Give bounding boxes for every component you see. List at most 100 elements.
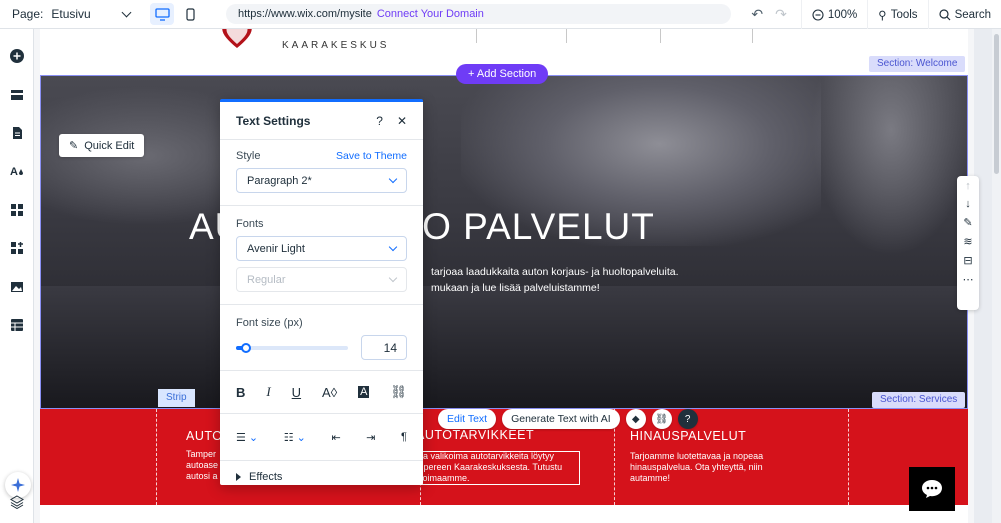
zoom-value: 100% — [827, 8, 858, 21]
search-label: Search — [954, 8, 991, 21]
tools-button[interactable]: ⚲ Tools — [867, 0, 927, 29]
indent-decrease-icon[interactable]: ⇤ — [331, 431, 340, 444]
bold-icon[interactable]: B — [236, 385, 245, 400]
font-size-slider[interactable] — [236, 342, 348, 353]
service-title[interactable]: AUTO — [186, 429, 223, 443]
add-elements-icon[interactable] — [10, 49, 24, 63]
text-direction-icon[interactable]: ¶ — [401, 431, 407, 443]
style-dropdown[interactable]: Paragraph 2* — [236, 168, 407, 193]
quick-edit-button[interactable]: ✎ Quick Edit — [59, 134, 145, 157]
tools-icon: ⚲ — [878, 9, 887, 22]
move-up-icon[interactable]: ↑ — [965, 180, 971, 192]
align-dropdown[interactable]: ☰ ⌄ — [236, 431, 258, 444]
service-title[interactable]: AUTOTARVIKKEET — [416, 428, 534, 442]
text-color-icon[interactable]: A◊ — [322, 385, 337, 400]
connect-domain-link[interactable]: Connect Your Domain — [377, 8, 484, 20]
font-dropdown[interactable]: Avenir Light — [236, 236, 407, 261]
section-services-label[interactable]: Section: Services — [872, 392, 966, 408]
redo-icon[interactable]: ↷ — [775, 6, 787, 23]
header-divider — [660, 29, 661, 43]
section-welcome-label[interactable]: Section: Welcome — [869, 56, 966, 72]
link-icon[interactable]: ⛓ — [390, 384, 407, 400]
editor-topbar: Page: Etusivu https://www.wix.com/mysite… — [0, 0, 1001, 29]
service-title[interactable]: HINAUSPALVELUT — [630, 429, 746, 443]
service-text[interactable]: Tarjoamme luotettavaa ja nopeaa hinauspa… — [630, 451, 763, 484]
logo-heart-icon — [222, 29, 252, 48]
font-size-input[interactable]: 14 — [361, 335, 407, 360]
text-settings-panel: Text Settings ? ✕ Style Save to Theme Pa… — [220, 99, 423, 485]
font-weight-value: Regular — [247, 273, 286, 286]
style-label: Style — [236, 150, 261, 162]
site-url: https://www.wix.com/mysite — [238, 8, 372, 20]
more-icon[interactable]: ⋯ — [963, 273, 974, 286]
page-label: Page: — [12, 7, 44, 21]
edit-text-button[interactable]: Edit Text — [438, 409, 497, 429]
zoom-button[interactable]: 100% — [800, 0, 867, 29]
selected-text-box[interactable] — [396, 451, 580, 485]
animation-icon[interactable]: ◆ — [625, 409, 646, 429]
business-apps-icon[interactable] — [10, 241, 24, 255]
add-section-button[interactable]: + Add Section — [456, 64, 549, 84]
layers-icon[interactable] — [10, 495, 24, 509]
editor-canvas: KAARAKESKUS Section: Welcome ✎ Quick Edi… — [34, 29, 974, 523]
header-divider — [476, 29, 477, 43]
strip-label[interactable]: Strip — [158, 389, 195, 407]
list-dropdown[interactable]: ☷ ⌄ — [284, 431, 306, 444]
close-icon[interactable]: ✕ — [397, 114, 407, 128]
chevron-down-icon — [121, 7, 132, 17]
indent-increase-icon[interactable]: ⇥ — [366, 431, 375, 444]
italic-icon[interactable]: I — [266, 384, 270, 400]
effects-label: Effects — [249, 471, 283, 483]
mobile-icon — [185, 7, 195, 21]
hero-subtitle-line: tarjoaa laadukkaita auton korjaus- ja hu… — [431, 266, 679, 278]
font-size-slider-handle[interactable] — [240, 342, 251, 353]
link-icon[interactable]: ⛓ — [651, 409, 672, 429]
media-icon[interactable] — [10, 280, 24, 294]
next-section — [40, 505, 968, 523]
desktop-icon — [154, 7, 170, 21]
help-icon[interactable]: ? — [677, 409, 698, 429]
tools-label: Tools — [890, 8, 918, 21]
panel-header: Text Settings ? ✕ — [220, 102, 423, 140]
scrollbar-thumb[interactable] — [994, 34, 999, 174]
design-icon[interactable]: A — [10, 164, 24, 178]
effects-section[interactable]: Effects — [220, 461, 423, 485]
edit-design-icon[interactable]: ✎ — [963, 216, 972, 229]
highlight-icon[interactable]: A — [358, 386, 370, 398]
layers-icon[interactable]: ≋ — [963, 235, 972, 248]
header-divider — [752, 29, 753, 43]
layout-icon[interactable]: ⊟ — [963, 254, 972, 267]
chevron-down-icon — [388, 273, 398, 282]
chevron-down-icon — [388, 242, 398, 251]
search-button[interactable]: Search — [927, 0, 1001, 29]
hero-section[interactable]: ✎ Quick Edit AUTOHUOLTO PALVELUT tarjoaa… — [40, 75, 968, 409]
zoom-out-icon — [812, 8, 824, 21]
svg-text:A: A — [10, 166, 18, 178]
hero-subtitle[interactable]: tarjoaa laadukkaita auton korjaus- ja hu… — [431, 264, 679, 296]
chat-button[interactable] — [909, 467, 955, 511]
apps-icon[interactable] — [10, 203, 24, 217]
pencil-icon: ✎ — [69, 140, 79, 152]
panel-title: Text Settings — [236, 113, 311, 128]
column-divider — [848, 409, 849, 505]
sparkle-icon — [11, 478, 25, 492]
undo-icon[interactable]: ↶ — [751, 6, 763, 23]
cms-icon[interactable] — [10, 318, 24, 332]
pages-icon[interactable] — [10, 126, 24, 140]
move-down-icon[interactable]: ↓ — [965, 198, 971, 210]
site-url-bar[interactable]: https://www.wix.com/mysite Connect Your … — [226, 4, 731, 24]
underline-icon[interactable]: U — [292, 385, 301, 400]
service-text[interactable]: Tamper autoase autosi a — [186, 449, 218, 482]
page-selector[interactable]: Page: Etusivu — [0, 7, 150, 21]
element-action-bar: Edit Text Generate Text with AI ◆ ⛓ ? — [438, 408, 698, 430]
generate-ai-button[interactable]: Generate Text with AI — [502, 409, 620, 429]
mobile-view-button[interactable] — [178, 3, 202, 25]
help-icon[interactable]: ? — [376, 114, 383, 128]
desktop-view-button[interactable] — [150, 3, 174, 25]
page-value: Etusivu — [51, 7, 91, 21]
sections-icon[interactable] — [10, 88, 24, 102]
save-to-theme-link[interactable]: Save to Theme — [336, 150, 407, 162]
font-weight-dropdown[interactable]: Regular — [236, 267, 407, 292]
search-icon — [938, 8, 950, 20]
section-toolbar: ↑ ↓ ✎ ≋ ⊟ ⋯ — [957, 176, 979, 310]
